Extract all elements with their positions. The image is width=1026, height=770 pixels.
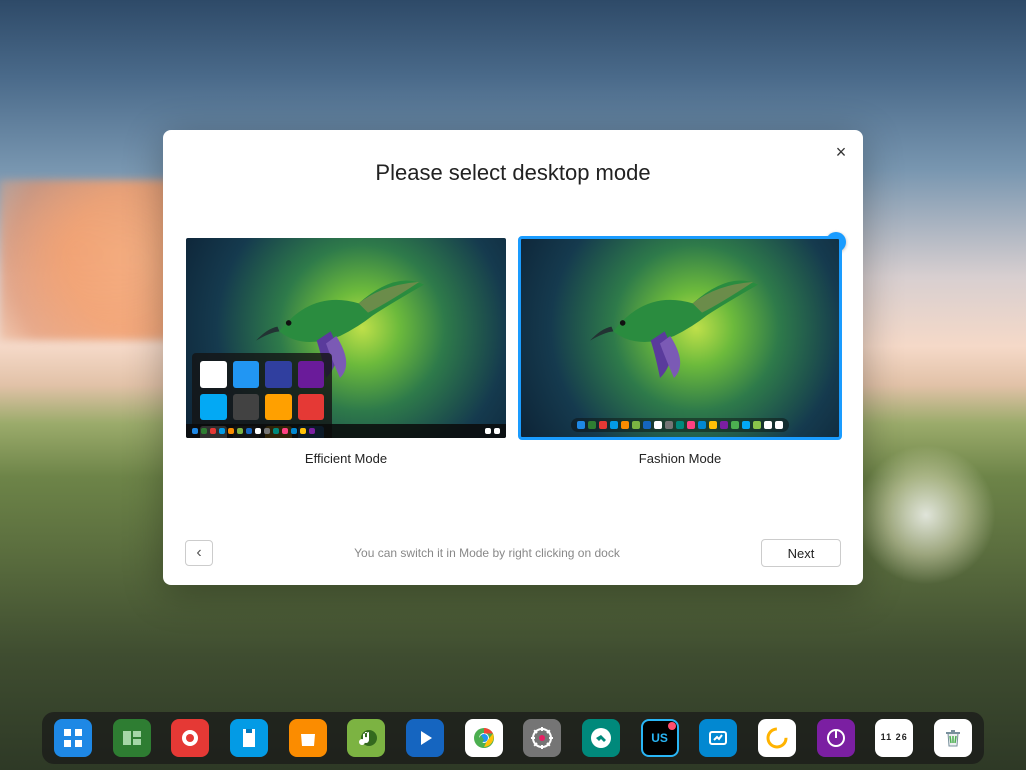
close-button[interactable]: × (831, 142, 851, 162)
dock-remote-assistance[interactable] (582, 719, 620, 757)
power-icon (824, 726, 848, 750)
dock-multitask[interactable] (113, 719, 151, 757)
hint-text: You can switch it in Mode by right click… (213, 546, 761, 560)
play-icon (413, 726, 437, 750)
dock-video-player[interactable] (406, 719, 444, 757)
dock-control-center[interactable] (523, 719, 561, 757)
dialog-title: Please select desktop mode (163, 160, 863, 186)
dock-power[interactable] (817, 719, 855, 757)
spinner-icon (765, 726, 789, 750)
next-button[interactable]: Next (761, 539, 841, 567)
dock-screen-recorder[interactable] (171, 719, 209, 757)
notification-badge-icon (668, 722, 676, 730)
dock-keyboard-layout[interactable]: US (641, 719, 679, 757)
chevron-left-icon: ‹ (196, 544, 201, 562)
dock-browser[interactable] (465, 719, 503, 757)
efficient-mode-label: Efficient Mode (305, 451, 387, 466)
keyboard-layout-label: US (651, 731, 668, 745)
dialog-footer: ‹ You can switch it in Mode by right cli… (163, 523, 863, 585)
launcher-icon (61, 726, 85, 750)
efficient-mode-preview (186, 238, 506, 438)
dock-file-manager[interactable] (230, 719, 268, 757)
dock-app-store[interactable] (289, 719, 327, 757)
music-icon (354, 726, 378, 750)
handshake-icon (589, 726, 613, 750)
dock-music[interactable] (347, 719, 385, 757)
multitask-icon (120, 726, 144, 750)
trash-icon (941, 726, 965, 750)
efficient-taskbar-preview (186, 424, 506, 438)
record-icon (178, 726, 202, 750)
dock: US 11 26 (42, 712, 984, 764)
dock-system-monitor[interactable] (758, 719, 796, 757)
next-button-label: Next (788, 546, 815, 561)
chrome-icon (472, 726, 496, 750)
desktop-wallpaper: × Please select desktop mode (0, 0, 1026, 770)
hummingbird-icon (579, 252, 769, 397)
gear-icon (530, 726, 554, 750)
datetime-label: 11 26 (881, 733, 908, 743)
option-efficient-mode[interactable]: Efficient Mode (186, 238, 506, 466)
back-button[interactable]: ‹ (185, 540, 213, 566)
folder-icon (237, 726, 261, 750)
screenshot-icon (706, 726, 730, 750)
mode-selector-dialog: × Please select desktop mode (163, 130, 863, 585)
close-icon: × (836, 142, 847, 163)
fashion-mode-label: Fashion Mode (639, 451, 721, 466)
dock-launcher[interactable] (54, 719, 92, 757)
fashion-dock-preview (571, 418, 789, 432)
dock-datetime[interactable]: 11 26 (875, 719, 913, 757)
sun-glow (856, 445, 996, 585)
mode-options: Efficient Mode (163, 238, 863, 466)
dock-trash[interactable] (934, 719, 972, 757)
fashion-mode-preview (520, 238, 840, 438)
store-icon (296, 726, 320, 750)
option-fashion-mode[interactable]: Fashion Mode (520, 238, 840, 466)
dock-screenshot[interactable] (699, 719, 737, 757)
